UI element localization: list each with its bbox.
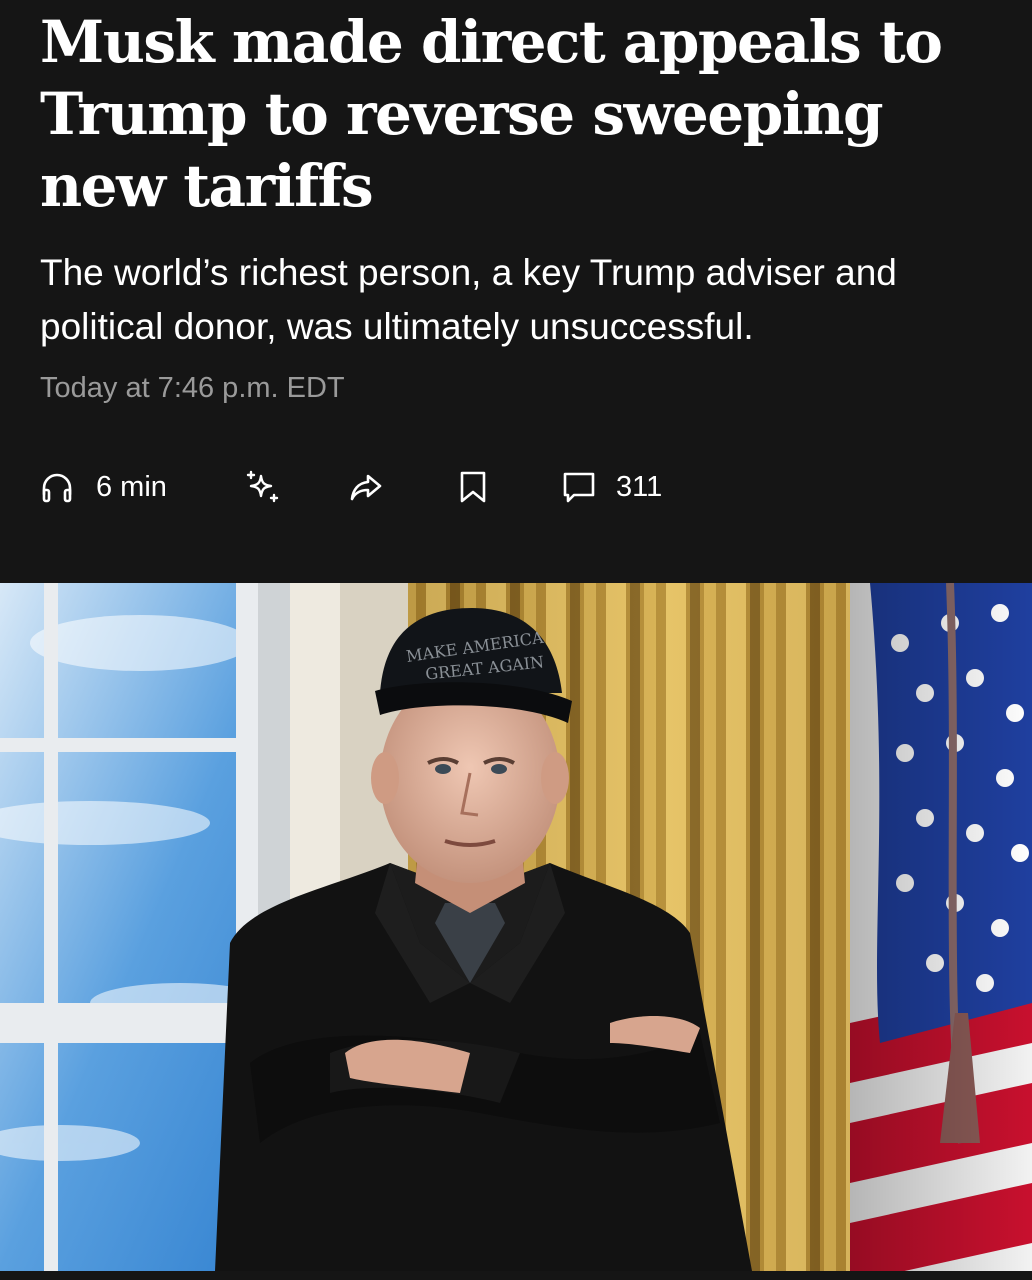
headline: Musk made direct appeals to Trump to rev… [40, 8, 943, 220]
publish-timestamp: Today at 7:46 p.m. EDT [40, 372, 345, 404]
share-button[interactable] [348, 462, 384, 512]
summary-button[interactable] [244, 462, 282, 512]
article-header: Musk made direct appeals to Trump to rev… [0, 0, 1032, 583]
comment-icon [562, 470, 596, 504]
listen-duration: 6 min [96, 470, 167, 503]
sparkle-icon [244, 468, 282, 506]
flag-graphic [850, 583, 1032, 1271]
article-dek: The world’s richest person, a key Trump … [40, 252, 897, 347]
hero-image: MAKE AMERICA GREAT AGAIN [0, 583, 1032, 1271]
bookmark-icon [458, 470, 488, 504]
headphones-icon [40, 470, 74, 504]
comment-count: 311 [616, 470, 663, 503]
comments-button[interactable]: 311 [562, 462, 662, 512]
article-action-bar: 6 min 311 [40, 462, 740, 512]
hero-photo: MAKE AMERICA GREAT AGAIN [0, 583, 1032, 1271]
save-button[interactable] [458, 462, 488, 512]
share-icon [348, 469, 384, 505]
bottom-divider [0, 1271, 1032, 1280]
listen-button[interactable]: 6 min [40, 462, 167, 512]
